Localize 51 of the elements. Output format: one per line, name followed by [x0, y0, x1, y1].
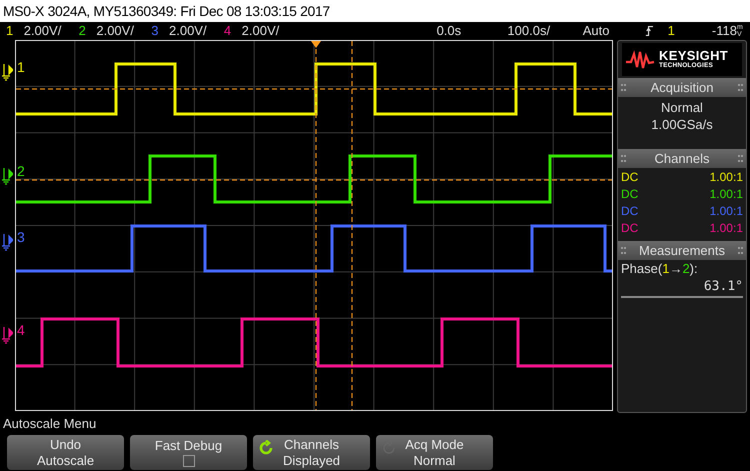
softkey-button[interactable]: Channels Displayed [253, 435, 370, 470]
coupling-label: DC [621, 203, 638, 220]
channel-marker[interactable]: 1 [17, 59, 25, 75]
coupling-label: DC [621, 220, 638, 237]
channel-number[interactable]: 1 [6, 21, 24, 41]
coupling-label: DC [621, 186, 638, 203]
rising-edge-icon [644, 25, 654, 37]
trigger-level[interactable]: -118 [712, 21, 737, 41]
checkbox[interactable] [182, 455, 194, 467]
trigger-mode[interactable]: Auto [582, 21, 645, 41]
probe-ratio: 1.00:1 [710, 169, 743, 186]
logo-name: KEYSIGHT [659, 49, 728, 62]
section-title: Measurements [639, 242, 725, 260]
coupling-label: DC [621, 169, 638, 186]
grip-icon [621, 247, 626, 254]
measurement-value: 63.1° [704, 279, 743, 294]
wave-logo-icon [625, 50, 655, 70]
cursor-line[interactable] [351, 41, 353, 410]
channel-scale[interactable]: 2.00V/ [24, 21, 79, 41]
channel-marker[interactable]: 3 [17, 229, 25, 245]
measurement-label: Phase(1→2): [620, 260, 699, 278]
grip-icon [738, 247, 743, 254]
softkey-button[interactable]: Fast Debug [130, 435, 247, 470]
grip-icon [738, 84, 743, 91]
grip-icon [621, 84, 626, 91]
probe-ratio: 1.00:1 [710, 220, 743, 237]
channel-scale[interactable]: 2.00V/ [169, 21, 224, 41]
trigger-source[interactable]: 1 [668, 21, 712, 41]
window-title: MS0-X 3024A, MY51360349: Fri Dec 08 13:03:15 2017 [3, 2, 330, 20]
channel-scale[interactable]: 2.00V/ [242, 21, 297, 41]
channel-marker[interactable]: 4 [17, 322, 25, 338]
section-title: Acquisition [650, 78, 714, 97]
probe-ratio: 1.00:1 [710, 203, 743, 220]
channel-scale[interactable]: 2.00V/ [96, 21, 152, 41]
channel-number[interactable]: 3 [151, 21, 169, 41]
probe-ratio: 1.00:1 [710, 186, 743, 203]
sample-rate: 1.00GSa/s [651, 116, 713, 133]
cursor-line[interactable] [16, 179, 612, 181]
channel-marker[interactable]: 2 [17, 163, 25, 179]
acquisition-mode: Normal [661, 99, 703, 116]
time-delay[interactable]: 0.0s [436, 21, 508, 41]
channel-number[interactable]: 4 [224, 21, 242, 41]
softkey-button[interactable]: Undo Autoscale [7, 435, 124, 470]
trigger-position-cursor[interactable] [311, 41, 321, 410]
grip-icon [738, 155, 743, 162]
channel-number[interactable]: 2 [78, 21, 96, 41]
menu-title: Autoscale Menu [3, 414, 96, 432]
time-scale[interactable]: 100.0s/ [507, 21, 583, 41]
section-title: Channels [654, 150, 710, 168]
cursor-line[interactable] [16, 88, 612, 90]
grip-icon [621, 155, 626, 162]
